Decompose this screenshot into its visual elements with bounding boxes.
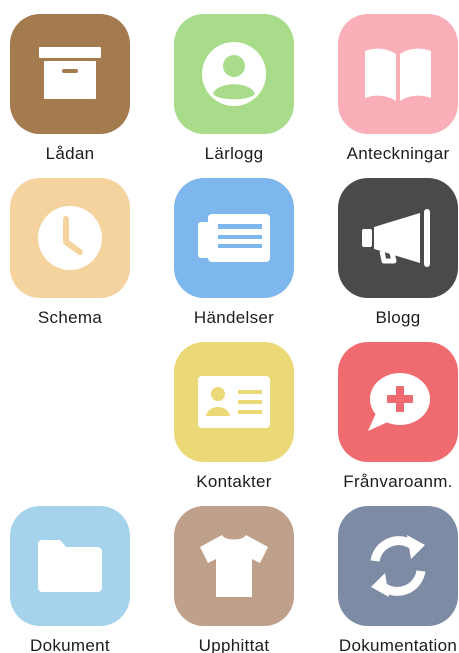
sync-arrows-icon — [370, 535, 426, 597]
app-label-handelser: Händelser — [193, 308, 275, 327]
megaphone-icon — [362, 209, 430, 267]
app-tile-dokument[interactable] — [10, 506, 130, 626]
app-tile-ladan[interactable] — [10, 14, 130, 134]
app-tile-larlogg[interactable] — [174, 14, 294, 134]
app-label-blogg: Blogg — [375, 308, 421, 327]
folder-icon — [38, 540, 102, 592]
app-tile-anteckningar[interactable] — [338, 14, 458, 134]
app-label-dokumentation: Dokumentation — [338, 636, 458, 653]
app-tile-blogg[interactable] — [338, 178, 458, 298]
app-label-schema: Schema — [37, 308, 103, 327]
app-grid: Lådan Lärlogg Anteckningar Schema Händel… — [0, 0, 459, 653]
app-tile-kontakter[interactable] — [174, 342, 294, 462]
tshirt-icon — [200, 535, 268, 597]
app-label-franvaroanm: Frånvaroanm. — [343, 472, 453, 491]
app-tile-franvaroanm[interactable] — [338, 342, 458, 462]
newspaper-icon — [198, 214, 270, 262]
open-book-icon — [365, 48, 431, 101]
user-profile-icon — [202, 42, 266, 106]
app-tile-schema[interactable] — [10, 178, 130, 298]
app-label-upphittat: Upphittat — [198, 636, 270, 653]
app-tile-handelser[interactable] — [174, 178, 294, 298]
app-label-dokument: Dokument — [30, 636, 110, 653]
app-tile-upphittat[interactable] — [174, 506, 294, 626]
app-label-kontakter: Kontakter — [196, 472, 272, 491]
archive-box-icon — [39, 47, 101, 99]
app-label-ladan: Lådan — [45, 144, 95, 163]
app-tile-dokumentation[interactable] — [338, 506, 458, 626]
app-label-larlogg: Lärlogg — [204, 144, 264, 163]
contact-card-icon — [198, 376, 270, 428]
app-label-anteckningar: Anteckningar — [346, 144, 450, 163]
clock-icon — [38, 206, 102, 270]
medical-chat-icon — [368, 373, 430, 431]
